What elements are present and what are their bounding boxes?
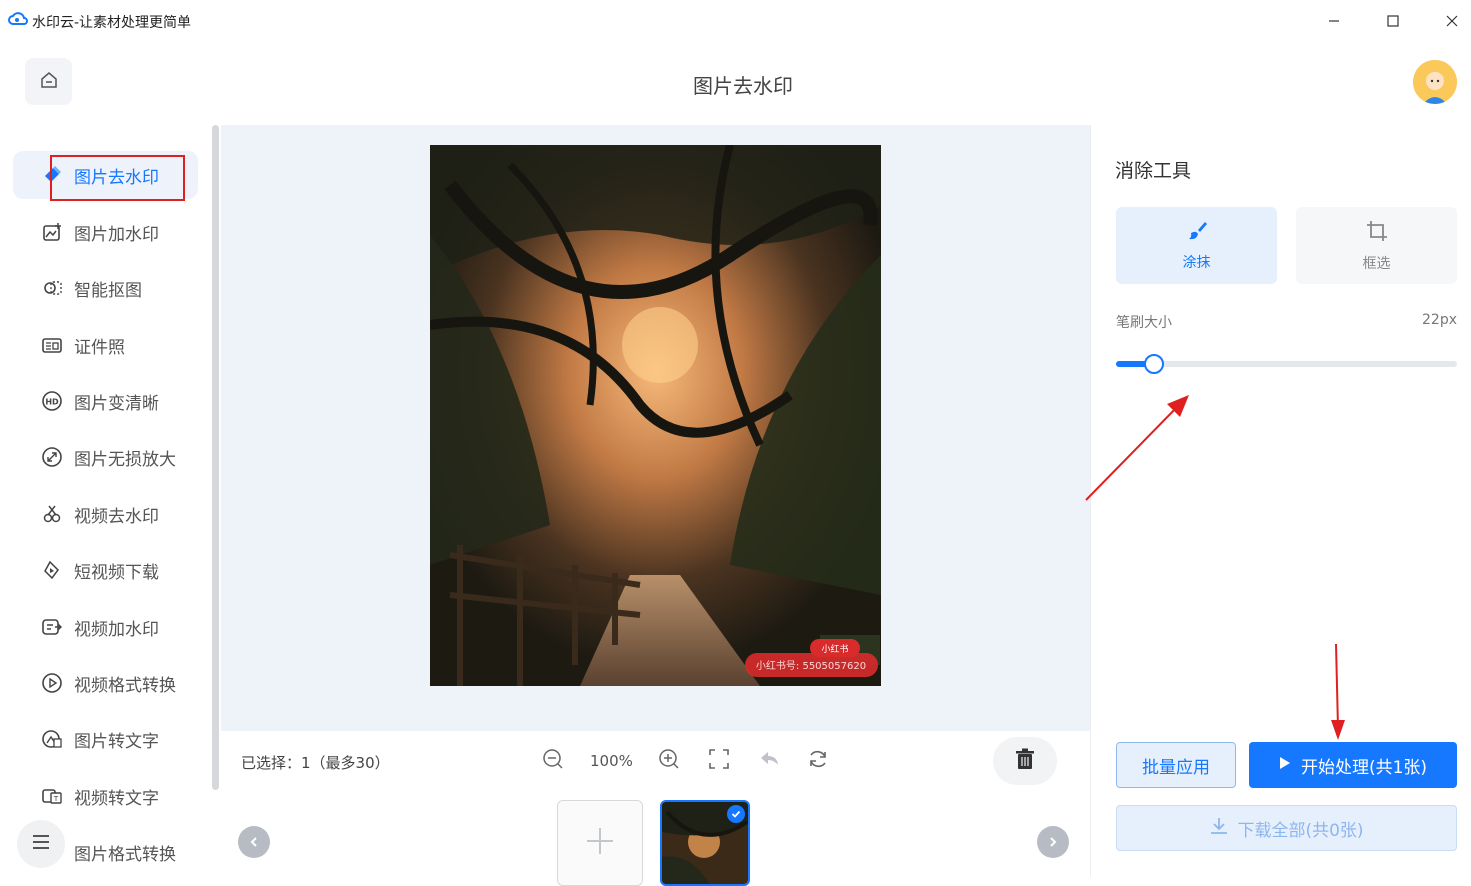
- video-erase-icon: [41, 503, 63, 525]
- maximize-button[interactable]: [1380, 8, 1406, 34]
- sidebar-item-short-video-download[interactable]: 短视频下载: [13, 546, 198, 594]
- user-avatar[interactable]: [1413, 60, 1457, 104]
- menu-button[interactable]: [17, 820, 65, 868]
- reset-button[interactable]: [806, 749, 830, 773]
- sidebar-item-id-photo[interactable]: 证件照: [13, 321, 198, 369]
- crop-icon: [1365, 219, 1389, 247]
- svg-text:HD: HD: [45, 398, 59, 407]
- hamburger-icon: [31, 834, 51, 854]
- video-download-icon: [41, 559, 63, 581]
- svg-text:T: T: [53, 795, 59, 803]
- watermark-text: 小红书号: 5505057620: [756, 659, 866, 672]
- chevron-right-icon: [1047, 833, 1059, 852]
- close-button[interactable]: [1439, 8, 1465, 34]
- cutout-icon: [41, 277, 63, 299]
- download-icon: [1209, 816, 1229, 841]
- id-card-icon: [41, 334, 63, 356]
- sidebar-item-image-add-watermark[interactable]: 图片加水印: [13, 208, 198, 256]
- sidebar-item-video-remove-watermark[interactable]: 视频去水印: [13, 490, 198, 538]
- brush-size-value: 22px: [1422, 312, 1457, 328]
- title-bar: 水印云-让素材处理更简单: [0, 0, 1471, 40]
- sidebar-item-label: 视频去水印: [74, 506, 159, 527]
- header: 图片去水印: [0, 40, 1471, 125]
- start-process-label: 开始处理(共1张): [1300, 757, 1428, 778]
- video-to-text-icon: T: [41, 785, 63, 807]
- selected-check-icon: [727, 805, 745, 823]
- chevron-left-icon: [248, 833, 260, 852]
- sidebar-item-label: 图片转文字: [74, 731, 159, 752]
- app-logo-icon: [8, 11, 28, 27]
- sidebar-item-image-sharpen[interactable]: HD 图片变清晰: [13, 377, 198, 425]
- zoom-in-button[interactable]: [657, 749, 681, 773]
- image-add-icon: [41, 221, 63, 243]
- tool-label: 涂抹: [1182, 254, 1211, 271]
- image-thumbnail[interactable]: [660, 800, 750, 886]
- sidebar-item-label: 图片格式转换: [74, 844, 176, 865]
- sidebar-item-label: 图片变清晰: [74, 393, 159, 414]
- download-all-button[interactable]: 下载全部(共0张): [1116, 805, 1457, 851]
- brush-size-label: 笔刷大小: [1116, 315, 1172, 331]
- download-all-label: 下载全部(共0张): [1237, 820, 1364, 841]
- plus-icon: [585, 826, 615, 860]
- zoom-in-icon: [658, 748, 680, 774]
- sidebar-item-label: 智能抠图: [74, 280, 142, 301]
- hd-icon: HD: [41, 390, 63, 412]
- thumbnail-strip: [221, 791, 1090, 877]
- batch-apply-button[interactable]: 批量应用: [1116, 742, 1236, 788]
- brush-size-slider[interactable]: [1116, 354, 1457, 374]
- sidebar-item-image-enlarge[interactable]: 图片无损放大: [13, 433, 198, 481]
- video-add-icon: [41, 616, 63, 638]
- add-image-button[interactable]: [557, 800, 643, 886]
- sidebar-item-video-add-watermark[interactable]: 视频加水印: [13, 603, 198, 651]
- sidebar-item-label: 视频格式转换: [74, 675, 176, 696]
- sidebar-item-image-to-text[interactable]: 图片转文字: [13, 715, 198, 763]
- page-title: 图片去水印: [693, 74, 793, 98]
- play-icon: [1279, 755, 1291, 775]
- panel-title: 消除工具: [1115, 160, 1192, 182]
- annotation-highlight-box: [50, 155, 185, 201]
- sidebar-item-video-to-text[interactable]: T 视频转文字: [13, 772, 198, 820]
- sidebar-scrollbar[interactable]: [212, 125, 219, 790]
- trash-icon: [1015, 748, 1035, 774]
- refresh-icon: [807, 748, 829, 774]
- sidebar-item-label: 视频转文字: [74, 788, 159, 809]
- zoom-out-button[interactable]: [541, 749, 565, 773]
- sidebar-item-smart-cutout[interactable]: 智能抠图: [13, 264, 198, 312]
- sidebar-item-label: 图片加水印: [74, 224, 159, 245]
- window-title: 水印云-让素材处理更简单: [32, 15, 192, 31]
- tool-smear-button[interactable]: 涂抹: [1116, 207, 1277, 284]
- thumbnail-next-button[interactable]: [1037, 826, 1069, 858]
- video-convert-icon: [41, 672, 63, 694]
- image-to-text-icon: [41, 728, 63, 750]
- minimize-button[interactable]: [1321, 8, 1347, 34]
- undo-button[interactable]: [757, 749, 781, 773]
- zoom-out-icon: [542, 748, 564, 774]
- thumbnail-prev-button[interactable]: [238, 826, 270, 858]
- fit-screen-button[interactable]: [707, 749, 731, 773]
- sidebar-item-video-format-convert[interactable]: 视频格式转换: [13, 659, 198, 707]
- sidebar-item-label: 短视频下载: [74, 562, 159, 583]
- sidebar-item-label: 图片无损放大: [74, 449, 176, 470]
- brush-icon: [1186, 220, 1208, 246]
- enlarge-icon: [41, 446, 63, 468]
- tool-label: 框选: [1362, 255, 1391, 272]
- slider-handle[interactable]: [1143, 354, 1164, 374]
- sidebar-item-label: 证件照: [74, 337, 125, 358]
- fullscreen-icon: [708, 748, 730, 774]
- undo-icon: [758, 748, 780, 774]
- selection-count: 已选择：1（最多30）: [241, 754, 390, 772]
- start-process-button[interactable]: 开始处理(共1张): [1249, 742, 1457, 788]
- edited-photo[interactable]: 小红书 小红书号: 5505057620: [430, 145, 881, 686]
- zoom-level: 100%: [590, 752, 633, 770]
- delete-button[interactable]: [993, 737, 1057, 785]
- tool-box-select-button[interactable]: 框选: [1296, 207, 1457, 284]
- sidebar-item-label: 视频加水印: [74, 619, 159, 640]
